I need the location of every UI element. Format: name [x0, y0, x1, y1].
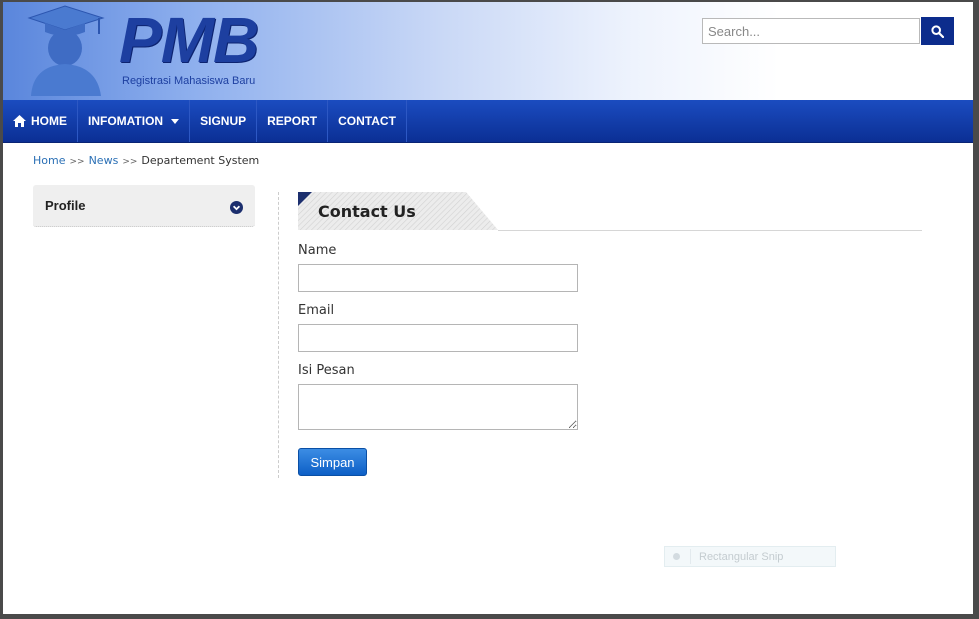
graduate-logo-icon — [27, 5, 105, 96]
save-button[interactable]: Simpan — [298, 448, 367, 476]
snip-separator — [690, 549, 691, 564]
snip-label: Rectangular Snip — [699, 550, 784, 563]
chevron-down-circle-icon[interactable] — [230, 201, 243, 214]
nav-information[interactable]: INFOMATION — [78, 100, 191, 142]
breadcrumb-separator: >> — [69, 157, 85, 167]
section-underline — [498, 230, 922, 231]
section-title: Contact Us — [318, 202, 416, 221]
sidebar-profile-title: Profile — [45, 198, 86, 213]
breadcrumb-current: Departement System — [141, 154, 260, 167]
main-nav: HOME INFOMATION SIGNUP REPORT CONTACT — [3, 100, 973, 143]
site-logo-title[interactable]: PMB — [119, 8, 259, 72]
site-logo-subtitle: Registrasi Mahasiswa Baru — [122, 75, 256, 87]
breadcrumb-news[interactable]: News — [89, 154, 119, 167]
breadcrumb-home[interactable]: Home — [33, 154, 65, 167]
nav-information-label: INFOMATION — [88, 114, 164, 128]
nav-report-label: REPORT — [267, 114, 318, 128]
breadcrumb: Home >> News >> Departement System — [33, 154, 259, 167]
column-divider — [278, 192, 279, 478]
name-label: Name — [298, 243, 337, 258]
message-textarea[interactable] — [298, 384, 578, 430]
browser-page: PMB Registrasi Mahasiswa Baru HOME INFOM… — [3, 2, 973, 614]
rectangular-snip-overlay[interactable]: Rectangular Snip — [664, 546, 836, 567]
nav-signup[interactable]: SIGNUP — [190, 100, 258, 142]
snip-mode-icon — [673, 553, 680, 560]
nav-contact-label: CONTACT — [338, 114, 396, 128]
message-label: Isi Pesan — [298, 363, 355, 378]
nav-signup-label: SIGNUP — [200, 114, 247, 128]
breadcrumb-separator: >> — [122, 157, 138, 167]
nav-report[interactable]: REPORT — [257, 100, 329, 142]
name-field[interactable] — [298, 264, 578, 292]
home-icon — [13, 115, 26, 127]
search-button[interactable] — [921, 17, 954, 45]
email-label: Email — [298, 303, 335, 318]
search-input[interactable] — [702, 18, 920, 44]
nav-home[interactable]: HOME — [3, 100, 78, 142]
email-field[interactable] — [298, 324, 578, 352]
nav-contact[interactable]: CONTACT — [328, 100, 407, 142]
dropdown-caret-icon — [171, 118, 180, 124]
site-header: PMB Registrasi Mahasiswa Baru — [3, 2, 973, 100]
sidebar-profile-panel[interactable]: Profile — [33, 185, 255, 227]
search-icon — [931, 24, 944, 38]
nav-home-label: HOME — [31, 114, 67, 128]
